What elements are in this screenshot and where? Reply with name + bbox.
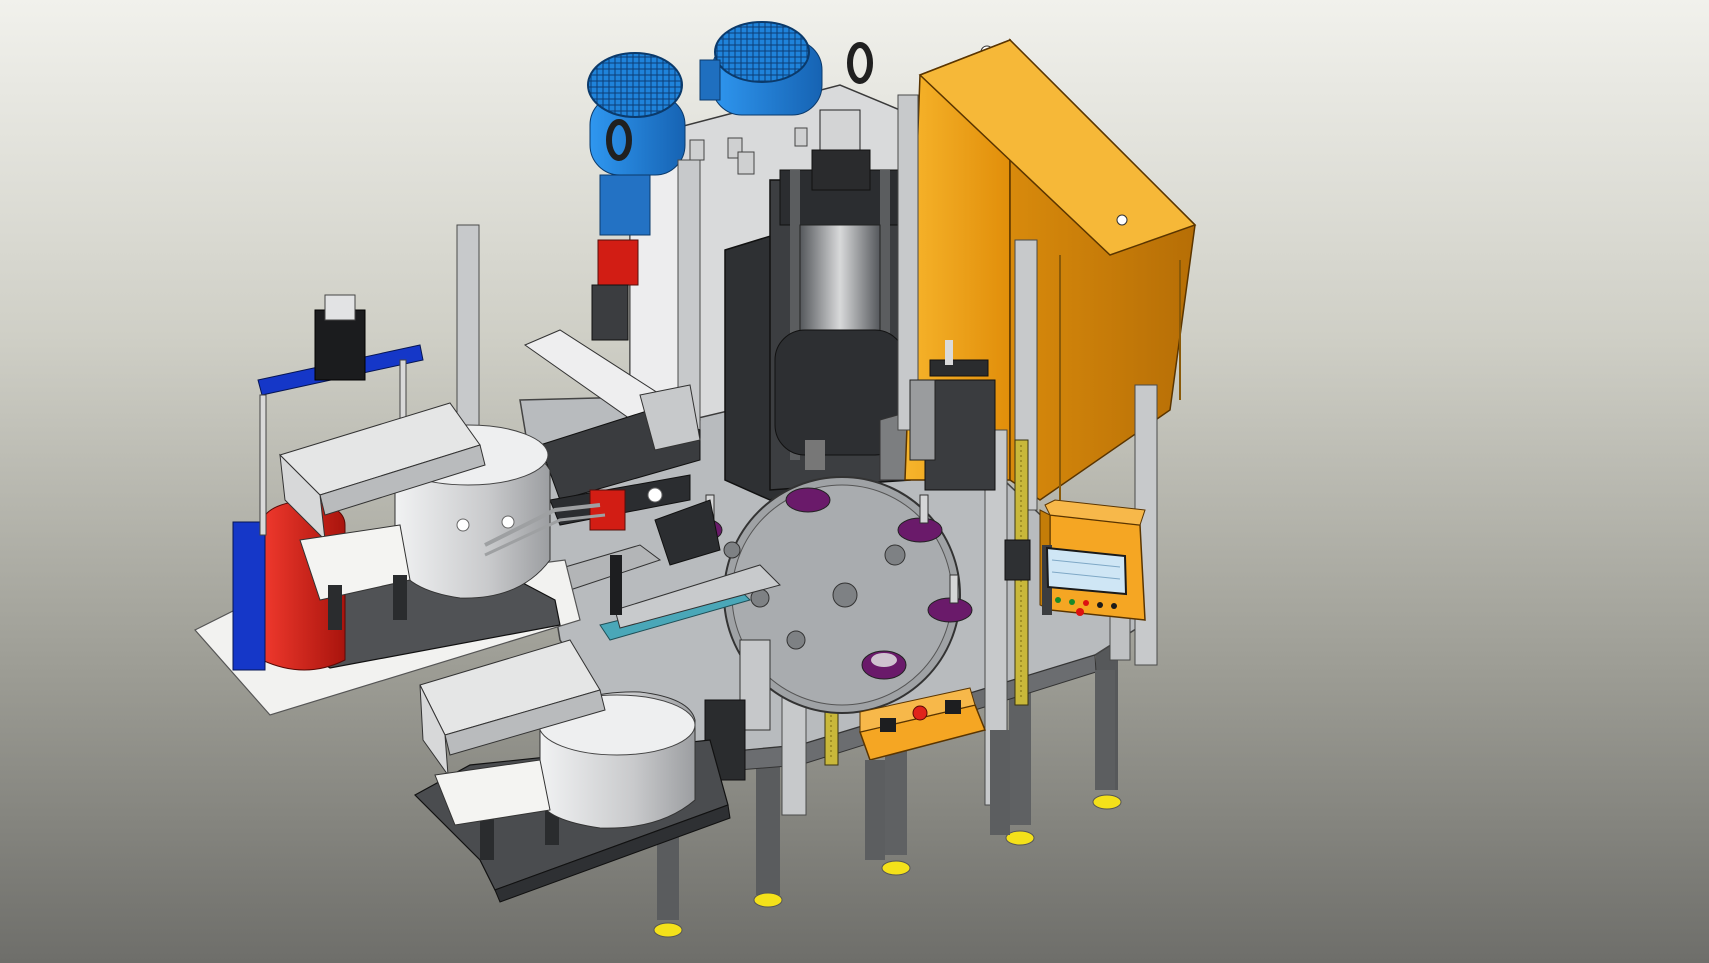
cad-viewport[interactable] — [0, 0, 1709, 963]
hmi-screen[interactable] — [1045, 546, 1128, 596]
machine-3d-model[interactable] — [0, 0, 1709, 963]
